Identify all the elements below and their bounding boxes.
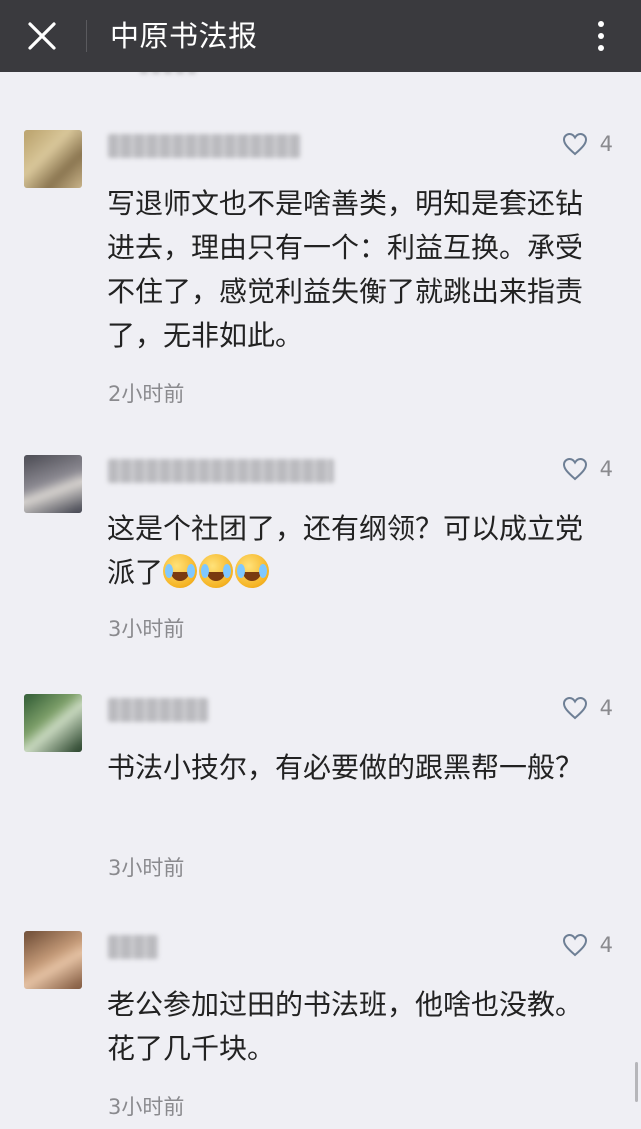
comment-text: 书法小技尔，有必要做的跟黑帮一般？ <box>107 751 584 784</box>
like-count: 4 <box>599 696 613 720</box>
comment-list[interactable]: 4 写退师文也不是啥善类，明知是套还钻进去，理由只有一个：利益互换。承受不住了，… <box>0 72 641 1129</box>
close-button[interactable] <box>18 12 66 60</box>
like-button[interactable]: 4 <box>562 132 613 156</box>
top-navigation-bar: 中原书法报 <box>0 0 641 72</box>
heart-icon <box>562 457 587 481</box>
avatar[interactable] <box>24 130 82 188</box>
like-button[interactable]: 4 <box>562 933 613 957</box>
avatar[interactable] <box>24 694 82 752</box>
like-button[interactable]: 4 <box>562 457 613 481</box>
like-count: 4 <box>599 457 613 481</box>
close-icon <box>28 22 56 50</box>
scrollbar[interactable] <box>635 1062 638 1102</box>
nickname-blurred[interactable] <box>108 935 158 959</box>
page-title: 中原书法报 <box>110 19 258 53</box>
title-divider <box>86 20 87 52</box>
comment-text: 写退师文也不是啥善类，明知是套还钻进去，理由只有一个：利益互换。承受不住了，感觉… <box>107 187 584 352</box>
more-vertical-icon-dot <box>598 33 604 39</box>
heart-icon <box>562 696 587 720</box>
more-options-button[interactable] <box>581 12 621 60</box>
comment-text: 老公参加过田的书法班，他啥也没教。花了几千块。 <box>107 988 584 1065</box>
crying-laughing-emoji-icon <box>163 554 198 588</box>
comment-time: 3小时前 <box>108 1095 185 1119</box>
avatar[interactable] <box>24 931 82 989</box>
like-count: 4 <box>599 933 613 957</box>
crying-laughing-emoji-icon <box>235 554 270 588</box>
crying-laughing-emoji-group <box>163 554 270 588</box>
more-vertical-icon <box>598 21 604 27</box>
heart-icon <box>562 933 587 957</box>
previous-comment-remnant <box>140 72 200 74</box>
nickname-blurred[interactable] <box>108 134 300 158</box>
comment-text: 这是个社团了，还有纲领？可以成立党派了 <box>107 507 607 595</box>
comment-time: 3小时前 <box>108 617 185 641</box>
avatar[interactable] <box>24 455 82 513</box>
comment-time: 3小时前 <box>108 856 185 880</box>
more-vertical-icon-dot <box>598 45 604 51</box>
nickname-blurred[interactable] <box>108 698 208 722</box>
like-button[interactable]: 4 <box>562 696 613 720</box>
heart-icon <box>562 132 587 156</box>
nickname-blurred[interactable] <box>108 459 334 483</box>
like-count: 4 <box>599 132 613 156</box>
comment-time: 2小时前 <box>108 382 185 406</box>
crying-laughing-emoji-icon <box>199 554 234 588</box>
